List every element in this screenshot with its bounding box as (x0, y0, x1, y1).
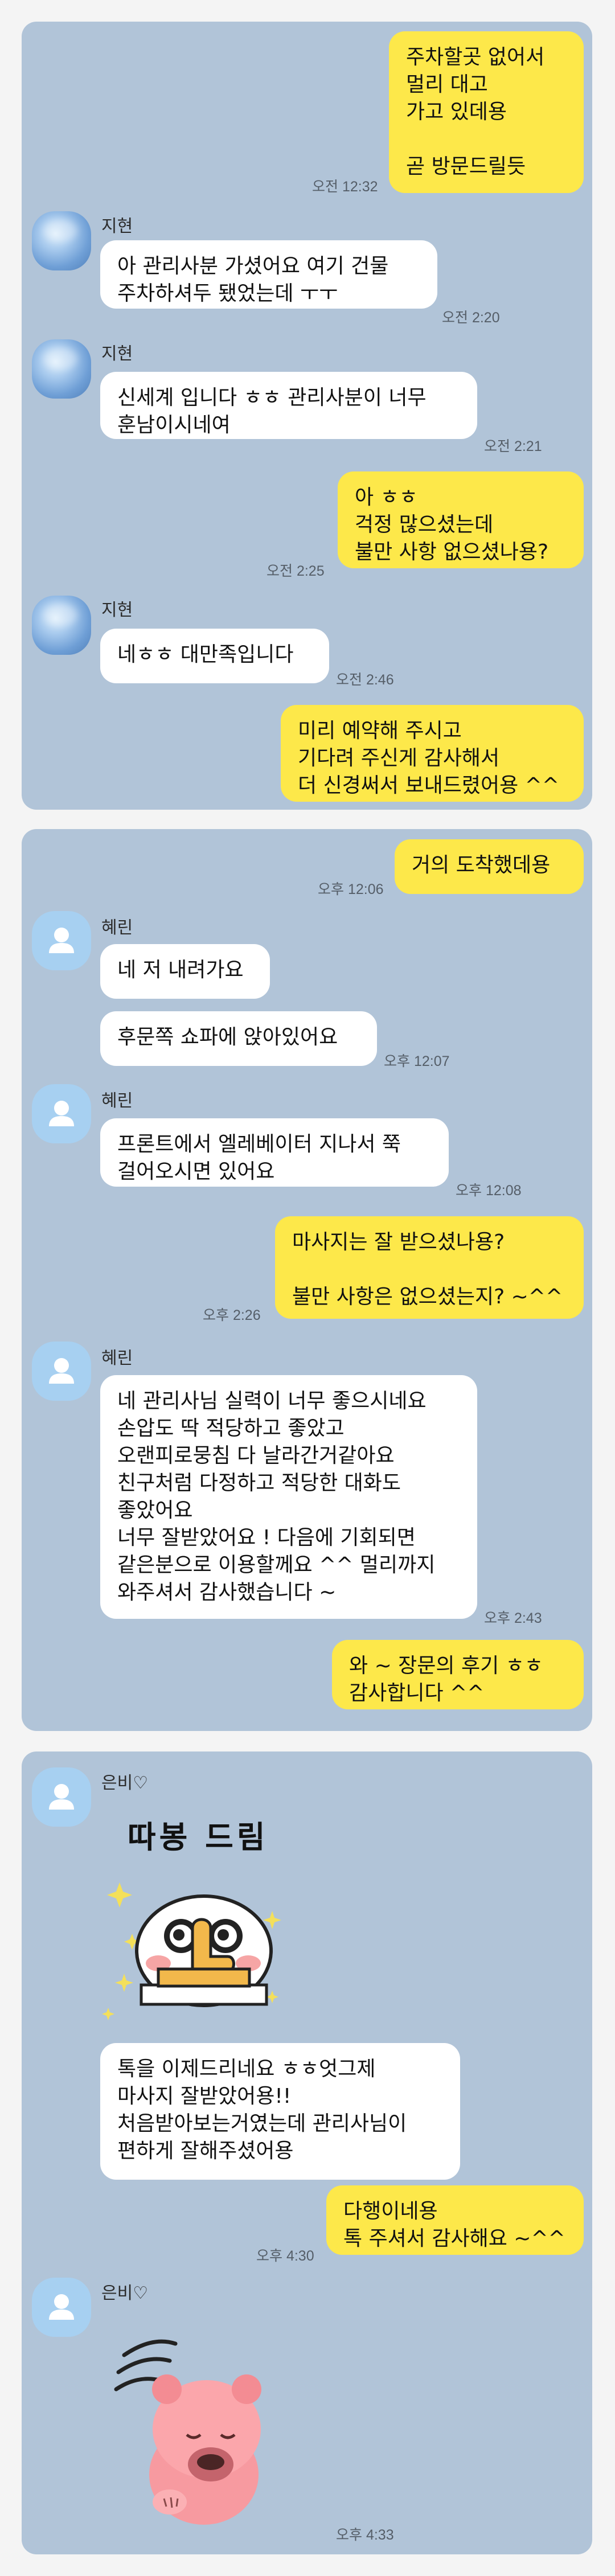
my-message-bubble: 와 ~ 장문의 후기 ㅎㅎ 감사합니다 ^^ (332, 1640, 584, 1709)
character-thumbs-up-icon (102, 1882, 281, 2020)
message-time: 오전 2:20 (442, 310, 500, 326)
avatar[interactable] (32, 339, 91, 399)
message-time: 오후 2:26 (203, 1307, 261, 1323)
message-time: 오후 4:33 (336, 2527, 394, 2543)
my-message-bubble: 마사지는 잘 받으셨나용? 불만 사항은 없으셨는지? ~^^ (275, 1216, 584, 1319)
other-message-bubble: 톡을 이제드리네요 ㅎㅎ엇그제 마사지 잘받았어용!! 처음받아보는거였는데 관… (100, 2043, 460, 2180)
sender-name: 혜린 (101, 1091, 133, 1111)
sender-name: 지현 (101, 216, 133, 236)
other-message-bubble: 네 관리사님 실력이 너무 좋으시네요 손압도 딱 적당하고 좋았고 오랜피로뭉… (100, 1375, 477, 1619)
chat-screenshot-1: 주차할곳 없어서 멀리 대고 가고 있데용 곧 방문드릴듯 오전 12:32 지… (22, 22, 592, 810)
avatar[interactable] (32, 1342, 91, 1401)
avatar[interactable] (32, 1084, 91, 1143)
chat-screenshot-3: 은비♡ 따봉 드림 톡을 이제드리네요 ㅎㅎ엇그제 마사지 잘받았어용!! 처음… (22, 1751, 592, 2554)
my-message-bubble: 아 ㅎㅎ 걱정 많으셨는데 불만 사항 없으셨나용? (338, 471, 584, 568)
pink-character-sticker[interactable] (107, 2321, 289, 2532)
pink-character-icon (114, 2339, 261, 2525)
person-icon (49, 928, 74, 953)
avatar[interactable] (32, 596, 91, 655)
message-time: 오후 12:07 (384, 1053, 450, 1069)
sender-name: 은비♡ (101, 1773, 149, 1793)
my-message-bubble: 거의 도착했데용 (395, 839, 584, 894)
other-message-bubble: 프론트에서 엘레베이터 지나서 쭉 걸어오시면 있어요 (100, 1118, 449, 1187)
my-message-bubble: 미리 예약해 주시고 기다려 주신게 감사해서 더 신경써서 보내드렸어용 ^^ (281, 705, 584, 802)
other-message-bubble: 아 관리사분 가셨어요 여기 건물 주차하셔두 됐었는데 ㅜㅜ (100, 240, 437, 309)
message-time: 오후 12:08 (456, 1183, 522, 1199)
person-icon (49, 1784, 74, 1810)
message-time: 오전 12:32 (312, 179, 378, 195)
message-time: 오후 12:06 (318, 881, 384, 897)
sender-name: 혜린 (101, 1348, 133, 1368)
message-time: 오전 2:21 (484, 438, 542, 454)
my-message-bubble: 주차할곳 없어서 멀리 대고 가고 있데용 곧 방문드릴듯 (389, 31, 584, 193)
message-time: 오전 2:25 (266, 563, 325, 579)
message-time: 오전 2:46 (336, 672, 394, 688)
person-icon (49, 1358, 74, 1384)
person-icon (49, 1101, 74, 1126)
thumbs-up-sticker[interactable]: 따봉 드림 (101, 1803, 341, 2031)
avatar[interactable] (32, 211, 91, 270)
avatar[interactable] (32, 1767, 91, 1827)
person-icon (49, 2294, 74, 2320)
message-time: 오후 2:43 (484, 1610, 542, 1626)
other-message-bubble: 네 저 내려가요 (100, 944, 270, 999)
sender-name: 은비♡ (101, 2283, 149, 2303)
avatar[interactable] (32, 911, 91, 970)
other-message-bubble: 후문쪽 쇼파에 앉아있어요 (100, 1011, 377, 1066)
sender-name: 혜린 (101, 918, 133, 938)
sender-name: 지현 (101, 344, 133, 364)
other-message-bubble: 네ㅎㅎ 대만족입니다 (100, 629, 329, 683)
avatar[interactable] (32, 2278, 91, 2337)
chat-screenshot-2: 거의 도착했데용 오후 12:06 혜린 네 저 내려가요 후문쪽 쇼파에 앉아… (22, 829, 592, 1731)
other-message-bubble: 신세계 입니다 ㅎㅎ 관리사분이 너무 훈남이시네여 (100, 372, 477, 439)
my-message-bubble: 다행이네용 톡 주셔서 감사해요 ~^^ (326, 2185, 584, 2255)
sender-name: 지현 (101, 600, 133, 620)
message-time: 오후 4:30 (256, 2248, 314, 2264)
